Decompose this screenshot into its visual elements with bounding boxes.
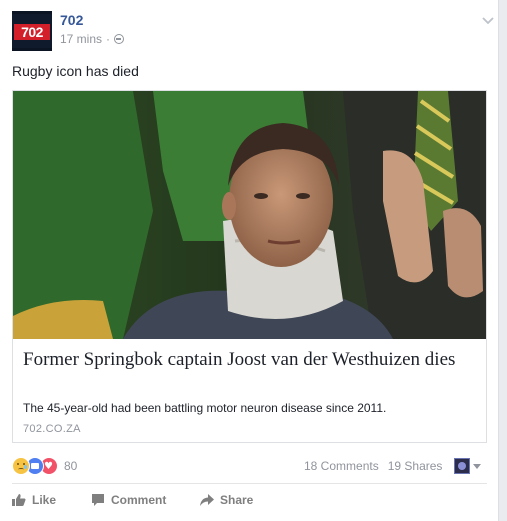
globe-icon [114,34,125,44]
link-preview-card[interactable]: Former Springbok captain Joost van der W… [12,90,487,443]
act-as-selector[interactable] [454,457,481,475]
post-timestamp[interactable]: 17 mins [60,31,102,47]
share-arrow-icon [200,493,214,507]
post-header: 702 702 17 mins · [12,11,494,51]
like-label: Like [32,493,57,507]
post-card: 702 702 17 mins · Rugby icon has died Fo… [0,0,499,521]
share-button[interactable]: Share [200,489,253,511]
comment-button[interactable]: Comment [91,489,166,511]
comment-label: Comment [111,493,167,507]
user-avatar [454,458,470,474]
sad-reaction-icon [12,457,30,475]
thumbs-up-icon [12,493,26,507]
like-button[interactable]: Like [12,489,56,511]
post-meta: 17 mins · [60,31,125,47]
reaction-count: 80 [64,459,78,473]
link-preview-description: The 45-year-old had been battling motor … [23,401,387,415]
page-name-link[interactable]: 702 [60,11,83,29]
link-preview-domain: 702.CO.ZA [23,423,81,435]
comments-count-link[interactable]: 18 Comments [304,459,379,473]
page-logo-text: 702 [14,24,50,40]
link-preview-title[interactable]: Former Springbok captain Joost van der W… [23,349,473,371]
engagement-counts: 18 Comments 19 Shares [304,456,442,476]
chevron-down-icon[interactable] [479,11,497,29]
reactions-summary[interactable]: ♥ 80 [12,456,77,476]
share-label: Share [220,493,254,507]
post-actions: Like Comment Share [12,489,487,511]
post-stats: ♥ 80 18 Comments 19 Shares [12,456,487,476]
dropdown-arrow-icon [473,463,481,469]
meta-separator: · [106,32,111,46]
page-avatar[interactable]: 702 [12,11,52,51]
post-text: Rugby icon has died [12,63,139,79]
actions-divider [12,483,487,484]
comment-icon [91,493,105,507]
shares-count-link[interactable]: 19 Shares [388,459,443,473]
link-preview-image[interactable] [13,91,486,339]
